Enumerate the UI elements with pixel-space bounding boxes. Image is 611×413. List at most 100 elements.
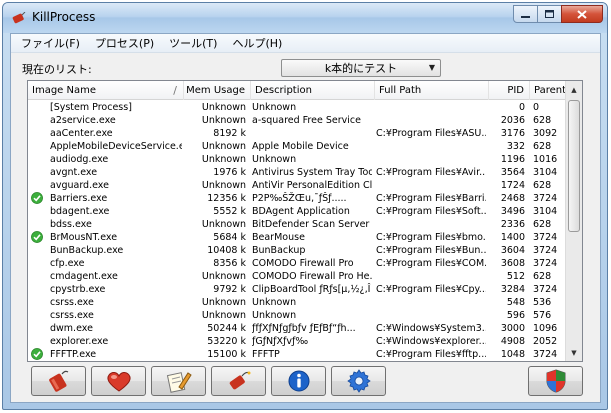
- cell-mem: Unknown: [201, 115, 246, 126]
- title-bar[interactable]: KillProcess: [3, 3, 607, 33]
- kill-list-button[interactable]: [211, 366, 266, 396]
- cell-path: [376, 140, 486, 153]
- favorite-button[interactable]: [91, 366, 146, 396]
- cell-pid: 3496: [500, 206, 525, 217]
- cell-path: [376, 153, 486, 166]
- close-button[interactable]: [561, 5, 603, 23]
- cell-desc: Unknown: [252, 154, 297, 165]
- cell-path: C:¥Program Files¥Soft...: [376, 206, 486, 217]
- table-row[interactable]: bdagent.exe 5552 k BDAgent Application C:¥P…: [28, 205, 566, 218]
- cell-path: C:¥Program Files¥Bun...: [376, 245, 486, 256]
- list-select[interactable]: k本的にテスト ▼: [281, 59, 441, 77]
- table-row[interactable]: Barriers.exe 12356 k P2P‰ŠŽŒu‚¯ƒŠƒ..... C:¥…: [28, 192, 566, 205]
- table-row[interactable]: dwm.exe 50244 k ƒfƒXƒNƒgƒbƒv ƒEƒBƒ“ƒh... C:…: [28, 322, 566, 335]
- table-row[interactable]: [System Process] Unknown Unknown 0 0: [28, 101, 566, 114]
- cell-ppid: 628: [533, 271, 552, 282]
- table-row[interactable]: FFFTP.exe 15100 k FFFTP C:¥Program Files¥ff…: [28, 348, 566, 361]
- table-row[interactable]: explorer.exe 53220 k ƒGƒNƒXƒvƒ‰ C:¥Windows¥…: [28, 335, 566, 348]
- scroll-down-icon[interactable]: ▼: [566, 344, 582, 361]
- cell-desc: BDAgent Application: [252, 206, 350, 217]
- cell-desc: [252, 127, 372, 140]
- app-window: KillProcess ファイル(F) プロセス(P) ツール(T) ヘルプ(H…: [2, 2, 608, 410]
- cell-pid: 1048: [500, 349, 525, 360]
- edit-list-button[interactable]: [151, 366, 206, 396]
- cell-pid: 0: [518, 102, 525, 113]
- table-row[interactable]: csrss.exe Unknown Unknown 548 536: [28, 296, 566, 309]
- cell-name: avgnt.exe: [50, 167, 98, 178]
- scroll-thumb[interactable]: [568, 100, 580, 232]
- cell-pid: 332: [506, 141, 525, 152]
- table-row[interactable]: csrss.exe Unknown Unknown 596 576: [28, 309, 566, 322]
- table-row[interactable]: cfp.exe 8356 k COMODO Firewall Pro C:¥Progr…: [28, 257, 566, 270]
- table-row[interactable]: avguard.exe Unknown AntiVir PersonalEditio…: [28, 179, 566, 192]
- cell-ppid: 3724: [533, 284, 558, 295]
- admin-button[interactable]: [528, 366, 583, 396]
- cell-pid: 2036: [500, 115, 525, 126]
- cell-ppid: 3724: [533, 258, 558, 269]
- cell-mem: 9792 k: [213, 284, 246, 295]
- cell-path: C:¥Windows¥System3...: [376, 323, 486, 334]
- table-row[interactable]: cpystrb.exe 9792 k ClipBoardTool ƒRƒs[µ,½¿…: [28, 283, 566, 296]
- table-row[interactable]: bdss.exe Unknown BitDefender Scan Server 23…: [28, 218, 566, 231]
- cell-path: C:¥Program Files¥bmo...: [376, 232, 486, 243]
- cell-pid: 1724: [500, 180, 525, 191]
- table-row[interactable]: aaCenter.exe 8192 k C:¥Program Files¥ASU..…: [28, 127, 566, 140]
- vertical-scrollbar[interactable]: ▲ ▼: [565, 81, 582, 361]
- green-check-icon: [31, 192, 43, 204]
- cell-pid: 1196: [500, 154, 525, 165]
- table-row[interactable]: audiodg.exe Unknown Unknown 1196 1016: [28, 153, 566, 166]
- cell-pid: 4908: [500, 336, 525, 347]
- cell-name: bdss.exe: [50, 219, 92, 230]
- cell-desc: AntiVir PersonalEdition Cl...: [252, 180, 372, 191]
- column-pid[interactable]: PID: [489, 81, 530, 100]
- info-button[interactable]: [271, 366, 326, 396]
- cell-name: aaCenter.exe: [50, 128, 113, 139]
- cell-desc: COMODO Firewall Pro: [252, 258, 354, 269]
- cell-ppid: 3724: [533, 193, 558, 204]
- table-row[interactable]: BrMousNT.exe 5684 k BearMouse C:¥Program Fi…: [28, 231, 566, 244]
- shield-icon: [546, 369, 565, 393]
- column-mem-usage[interactable]: Mem Usage: [184, 81, 251, 100]
- cell-path: [376, 296, 486, 309]
- cell-path: C:¥Program Files¥Avir...: [376, 167, 486, 178]
- table-row[interactable]: avgnt.exe 1976 k Antivirus System Tray Too…: [28, 166, 566, 179]
- cell-ppid: 628: [533, 180, 552, 191]
- cell-path: C:¥Windows¥explorer....: [376, 336, 486, 347]
- cell-name: cpystrb.exe: [50, 284, 106, 295]
- process-table: Image Name / Mem Usage Description Full …: [27, 80, 583, 362]
- cell-desc: Antivirus System Tray Tool: [252, 167, 372, 178]
- cell-name: Barriers.exe: [50, 193, 108, 204]
- client-area: ファイル(F) プロセス(P) ツール(T) ヘルプ(H) 現在のリスト: k本…: [10, 33, 601, 403]
- cell-path: C:¥Program Files¥ASU...: [376, 128, 486, 139]
- menu-help[interactable]: ヘルプ(H): [232, 35, 282, 51]
- scroll-up-icon[interactable]: ▲: [566, 81, 582, 98]
- cell-desc: Unknown: [252, 102, 297, 113]
- table-row[interactable]: AppleMobileDeviceService.exe Unknown Apple…: [28, 140, 566, 153]
- cell-desc: ClipBoardTool ƒRƒs[µ,½¿‚Î: [252, 284, 371, 295]
- column-full-path[interactable]: Full Path: [375, 81, 489, 100]
- table-row[interactable]: cmdagent.exe Unknown COMODO Firewall Pro H…: [28, 270, 566, 283]
- column-image-name[interactable]: Image Name /: [28, 81, 184, 100]
- cell-mem: 8192 k: [213, 128, 246, 139]
- menu-process[interactable]: プロセス(P): [95, 35, 154, 51]
- cell-ppid: 3724: [533, 349, 558, 360]
- close-icon: [577, 9, 587, 19]
- column-description[interactable]: Description: [251, 81, 375, 100]
- maximize-button[interactable]: [537, 5, 562, 23]
- table-row[interactable]: BunBackup.exe 10408 k BunBackup C:¥Program …: [28, 244, 566, 257]
- cell-mem: 12356 k: [207, 193, 246, 204]
- menu-tools[interactable]: ツール(T): [169, 35, 217, 51]
- cell-name: a2service.exe: [50, 115, 116, 126]
- dynamite-kill-icon: [48, 370, 68, 392]
- menu-file[interactable]: ファイル(F): [21, 35, 80, 51]
- cell-name: explorer.exe: [50, 336, 109, 347]
- cell-desc: ƒGƒNƒXƒvƒ‰: [252, 336, 309, 347]
- table-row[interactable]: a2service.exe Unknown a-squared Free Servi…: [28, 114, 566, 127]
- kill-process-button[interactable]: [31, 366, 86, 396]
- settings-button[interactable]: [331, 366, 386, 396]
- minimize-button[interactable]: [513, 5, 538, 23]
- cell-path: [376, 179, 486, 192]
- cell-name: [System Process]: [50, 102, 132, 113]
- column-resize-grip: /: [173, 84, 177, 97]
- list-select-value: k本的にテスト: [324, 62, 398, 75]
